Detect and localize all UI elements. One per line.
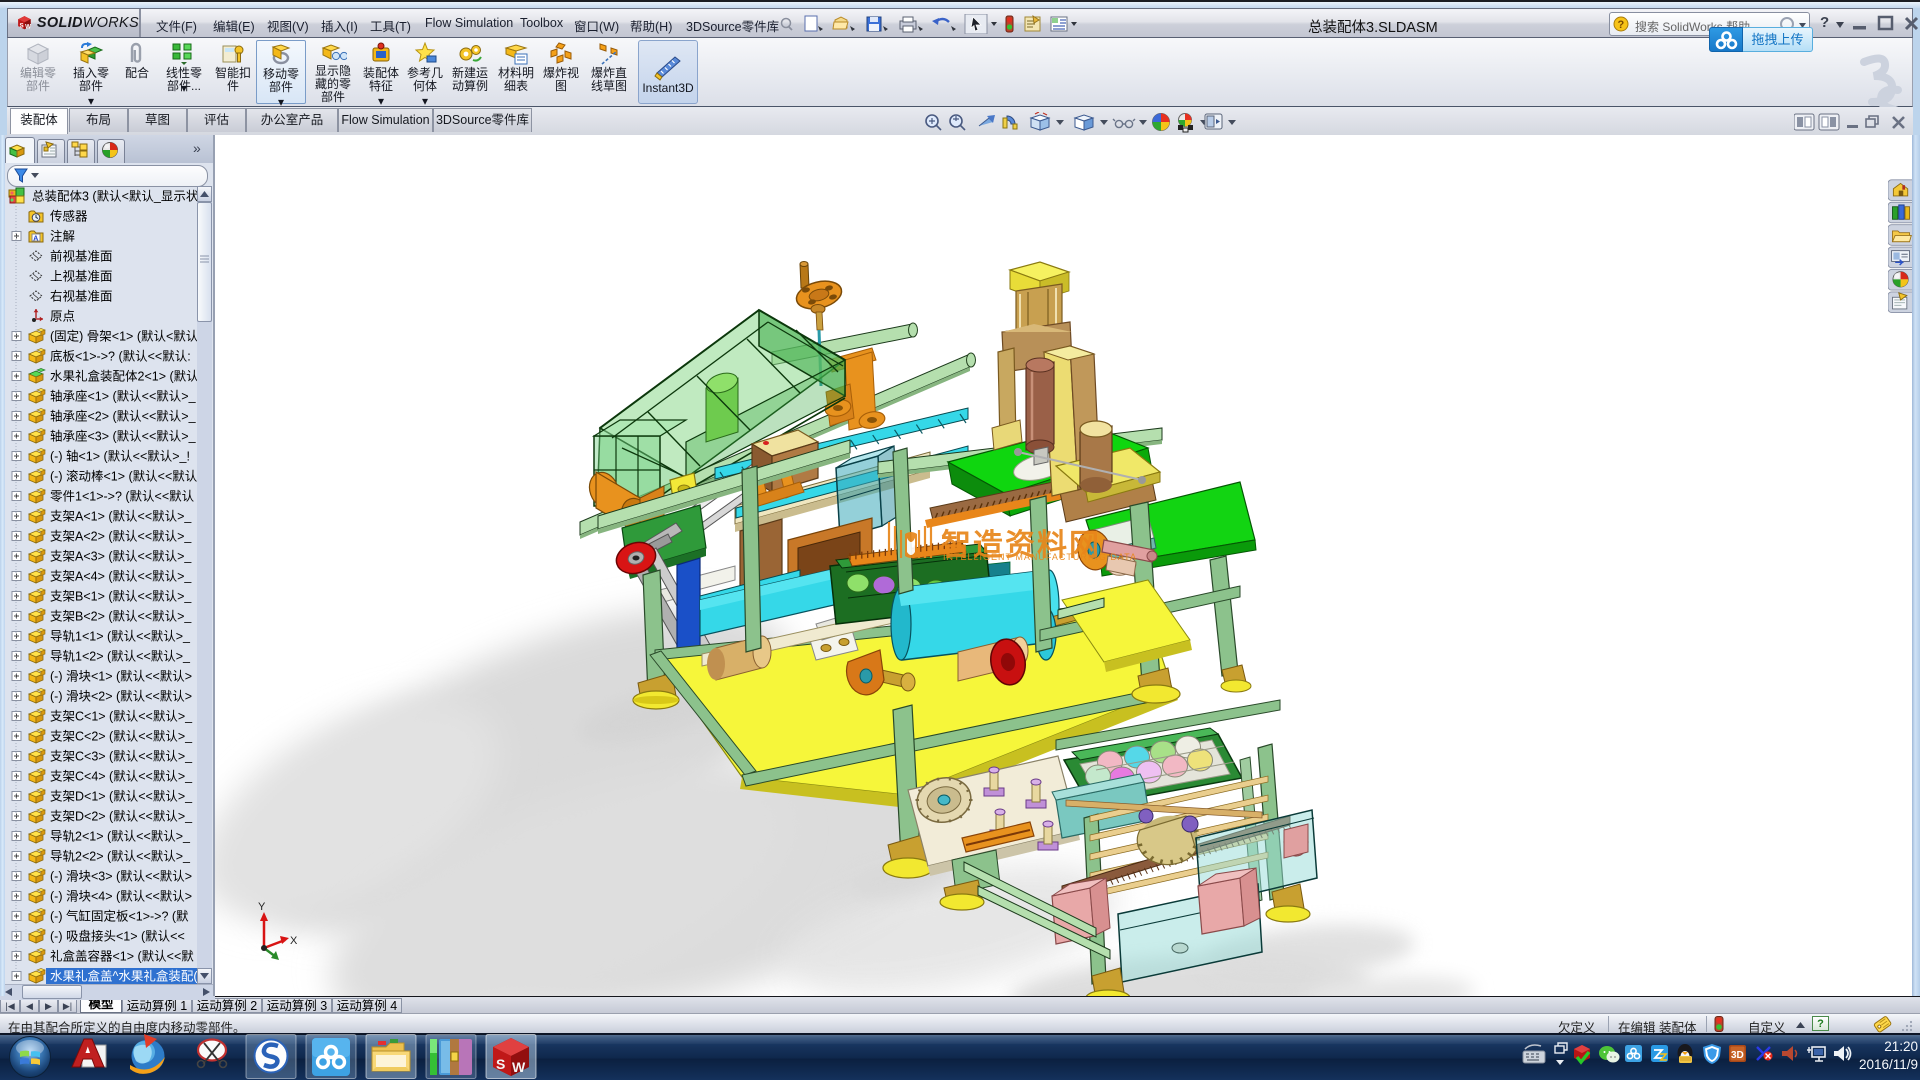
svg-text:支架C<3> (默认<<默认>_: 支架C<3> (默认<<默认>_ — [50, 749, 193, 764]
svg-text:支架A<1> (默认<<默认>_: 支架A<1> (默认<<默认>_ — [50, 509, 192, 524]
svg-text:X: X — [290, 935, 298, 947]
svg-text:支架A<3> (默认<<默认>_: 支架A<3> (默认<<默认>_ — [50, 549, 192, 564]
svg-text:总装配体3 (默认<默认_显示状: 总装配体3 (默认<默认_显示状 — [32, 189, 199, 204]
svg-text:轴承座<3> (默认<<默认>_: 轴承座<3> (默认<<默认>_ — [50, 429, 197, 444]
svg-text:支架D<2> (默认<<默认>_: 支架D<2> (默认<<默认>_ — [50, 809, 193, 824]
svg-text:(固定) 骨架<1> (默认<默认: (固定) 骨架<1> (默认<默认 — [50, 329, 199, 344]
svg-text:?: ? — [1618, 19, 1625, 31]
svg-text:零件1<1>->? (默认<<默认: 零件1<1>->? (默认<<默认 — [50, 489, 195, 504]
svg-text:传感器: 传感器 — [50, 209, 88, 224]
svg-text:(-) 吸盘接头<1> (默认<<: (-) 吸盘接头<1> (默认<< — [50, 929, 185, 944]
svg-text:礼盒盖容器<1> (默认<<默: 礼盒盖容器<1> (默认<<默 — [50, 949, 194, 964]
svg-text:21:20: 21:20 — [1884, 1039, 1918, 1054]
svg-text:右视基准面: 右视基准面 — [50, 289, 113, 304]
svg-text:水果礼盒装配体2<1> (默认: 水果礼盒装配体2<1> (默认 — [50, 369, 199, 384]
svg-text:S: S — [496, 1056, 505, 1072]
svg-text:轴承座<2> (默认<<默认>_: 轴承座<2> (默认<<默认>_ — [50, 409, 197, 424]
svg-text:W: W — [512, 1059, 526, 1075]
svg-text:Y: Y — [258, 901, 266, 913]
svg-text:(-) 滑块<4> (默认<<默认>: (-) 滑块<4> (默认<<默认> — [50, 889, 192, 904]
svg-text:(-) 滚动棒<1> (默认<<默认: (-) 滚动棒<1> (默认<<默认 — [50, 469, 198, 484]
svg-text:支架C<2> (默认<<默认>_: 支架C<2> (默认<<默认>_ — [50, 729, 193, 744]
svg-text:支架B<1> (默认<<默认>_: 支架B<1> (默认<<默认>_ — [50, 589, 192, 604]
svg-text:(-) 气缸固定板<1>->? (默: (-) 气缸固定板<1>->? (默 — [50, 909, 189, 924]
svg-text:支架C<1> (默认<<默认>_: 支架C<1> (默认<<默认>_ — [50, 709, 193, 724]
svg-text:W: W — [25, 24, 31, 31]
svg-text:(-) 滑块<3> (默认<<默认>: (-) 滑块<3> (默认<<默认> — [50, 869, 192, 884]
svg-text:导轨2<2> (默认<<默认>_: 导轨2<2> (默认<<默认>_ — [50, 849, 191, 864]
svg-text:轴承座<1> (默认<<默认>_: 轴承座<1> (默认<<默认>_ — [50, 389, 197, 404]
svg-text:支架A<4> (默认<<默认>_: 支架A<4> (默认<<默认>_ — [50, 569, 192, 584]
svg-text:支架D<1> (默认<<默认>_: 支架D<1> (默认<<默认>_ — [50, 789, 193, 804]
svg-text:(-) 滑块<2> (默认<<默认>: (-) 滑块<2> (默认<<默认> — [50, 689, 192, 704]
svg-text:导轨1<1> (默认<<默认>_: 导轨1<1> (默认<<默认>_ — [50, 629, 191, 644]
svg-text:原点: 原点 — [50, 310, 75, 324]
svg-text:(-) 滑块<1> (默认<<默认>: (-) 滑块<1> (默认<<默认> — [50, 669, 192, 684]
svg-text:上视基准面: 上视基准面 — [50, 269, 113, 284]
svg-text:支架C<4> (默认<<默认>_: 支架C<4> (默认<<默认>_ — [50, 769, 193, 784]
svg-text:(-) 轴<1> (默认<<默认>_!: (-) 轴<1> (默认<<默认>_! — [50, 449, 190, 464]
svg-text:3D: 3D — [1731, 1050, 1744, 1061]
svg-text:支架A<2> (默认<<默认>_: 支架A<2> (默认<<默认>_ — [50, 529, 192, 544]
svg-text:底板<1>->? (默认<<默认:: 底板<1>->? (默认<<默认: — [50, 349, 191, 364]
svg-text:支架B<2> (默认<<默认>_: 支架B<2> (默认<<默认>_ — [50, 609, 192, 624]
svg-text:2016/11/9: 2016/11/9 — [1859, 1057, 1918, 1072]
svg-text:前视基准面: 前视基准面 — [50, 249, 113, 264]
svg-text:导轨1<2> (默认<<默认>_: 导轨1<2> (默认<<默认>_ — [50, 649, 191, 664]
svg-text:注解: 注解 — [50, 229, 75, 244]
svg-text:水果礼盒盖^水果礼盒装配(: 水果礼盒盖^水果礼盒装配( — [50, 969, 198, 984]
svg-text:导轨2<1> (默认<<默认>_: 导轨2<1> (默认<<默认>_ — [50, 829, 191, 844]
svg-text:S: S — [19, 22, 23, 29]
